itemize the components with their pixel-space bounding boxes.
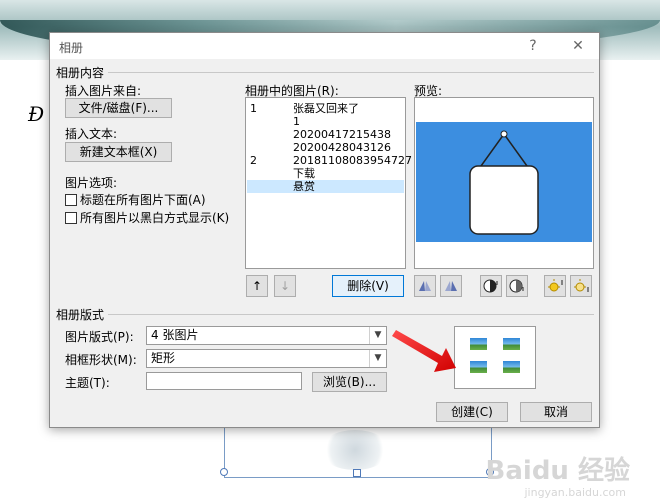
list-item[interactable]: 1 张磊又回来了 — [247, 102, 404, 115]
list-item[interactable]: 2 20181108083954727 — [247, 154, 412, 167]
preview-image — [416, 122, 592, 242]
chevron-down-icon[interactable]: ▼ — [369, 350, 386, 367]
resize-handle-bottom-left[interactable] — [220, 468, 228, 476]
dialog-title: 相册 — [59, 41, 84, 55]
photo-album-dialog: 相册 ? ✕ 相册内容 插入图片来自: 文件/磁盘(F)... 插入文本: 新建… — [49, 32, 600, 428]
preview-pane — [414, 97, 594, 269]
theme-label: 主题(T): — [65, 376, 110, 390]
file-disk-button[interactable]: 文件/磁盘(F)... — [65, 98, 172, 118]
layout-thumb — [503, 338, 520, 350]
list-item[interactable]: 20200417215438 — [247, 128, 404, 141]
slide-side-text: Ð — [28, 102, 45, 126]
annotation-arrow — [392, 330, 456, 372]
divider — [108, 72, 594, 73]
layout-thumb — [470, 338, 487, 350]
picture-layout-label: 图片版式(P): — [65, 330, 134, 344]
insert-picture-from-label: 插入图片来自: — [65, 84, 142, 98]
brightness-down-icon[interactable] — [570, 275, 592, 297]
list-item[interactable]: 1 — [247, 115, 404, 128]
all-black-white-option[interactable]: 所有图片以黑白方式显示(K) — [65, 209, 229, 225]
contrast-up-icon[interactable] — [480, 275, 502, 297]
delete-button[interactable]: 删除(V) — [332, 275, 404, 297]
new-textbox-button[interactable]: 新建文本框(X) — [65, 142, 172, 162]
frame-shape-value: 矩形 — [151, 351, 176, 365]
pictures-listbox[interactable]: 1 张磊又回来了 1 20200417215438 20200428043126… — [245, 97, 412, 269]
picture-options-label: 图片选项: — [65, 176, 118, 190]
all-black-white-label: 所有图片以黑白方式显示(K) — [80, 211, 230, 225]
all-black-white-checkbox[interactable] — [65, 212, 77, 224]
caption-below-all-label: 标题在所有图片下面(A) — [80, 193, 206, 207]
picture-layout-select[interactable]: 4 张图片 ▼ — [146, 326, 387, 345]
help-button[interactable]: ? — [520, 36, 546, 56]
contrast-down-icon[interactable] — [506, 275, 528, 297]
resize-handle-bottom-middle[interactable] — [353, 469, 361, 477]
browse-button[interactable]: 浏览(B)... — [312, 372, 387, 392]
insert-text-label: 插入文本: — [65, 127, 118, 141]
album-layout-group-label: 相册版式 — [56, 308, 105, 322]
list-item-selected[interactable]: 悬赏 — [247, 180, 404, 193]
chevron-down-icon[interactable]: ▼ — [369, 327, 386, 344]
watermark: Baidu 经验 — [485, 456, 630, 486]
layout-preview — [454, 326, 536, 389]
album-content-group-label: 相册内容 — [56, 66, 105, 80]
picture-layout-value: 4 张图片 — [151, 328, 199, 342]
caption-below-all-checkbox[interactable] — [65, 194, 77, 206]
theme-input[interactable] — [146, 372, 302, 390]
watermark-sub: jingyan.baidu.com — [524, 486, 626, 499]
rotate-right-icon[interactable] — [440, 275, 462, 297]
layout-thumb — [470, 361, 487, 373]
move-down-button[interactable]: ↓ — [274, 275, 296, 297]
frame-shape-label: 相框形状(M): — [65, 353, 137, 367]
frame-shape-select[interactable]: 矩形 ▼ — [146, 349, 387, 368]
divider — [108, 314, 594, 315]
close-button[interactable]: ✕ — [565, 36, 591, 56]
list-item[interactable]: 20200428043126 — [247, 141, 404, 154]
move-up-button[interactable]: ↑ — [246, 275, 268, 297]
caption-below-all-option[interactable]: 标题在所有图片下面(A) — [65, 191, 206, 207]
layout-thumb — [503, 361, 520, 373]
create-button[interactable]: 创建(C) — [436, 402, 508, 422]
list-item[interactable]: 下载 — [247, 167, 404, 180]
cancel-button[interactable]: 取消 — [520, 402, 592, 422]
rotate-left-icon[interactable] — [414, 275, 436, 297]
brightness-up-icon[interactable] — [544, 275, 566, 297]
dialog-titlebar: 相册 ? ✕ — [50, 33, 599, 59]
hanging-frame-icon — [469, 130, 539, 235]
